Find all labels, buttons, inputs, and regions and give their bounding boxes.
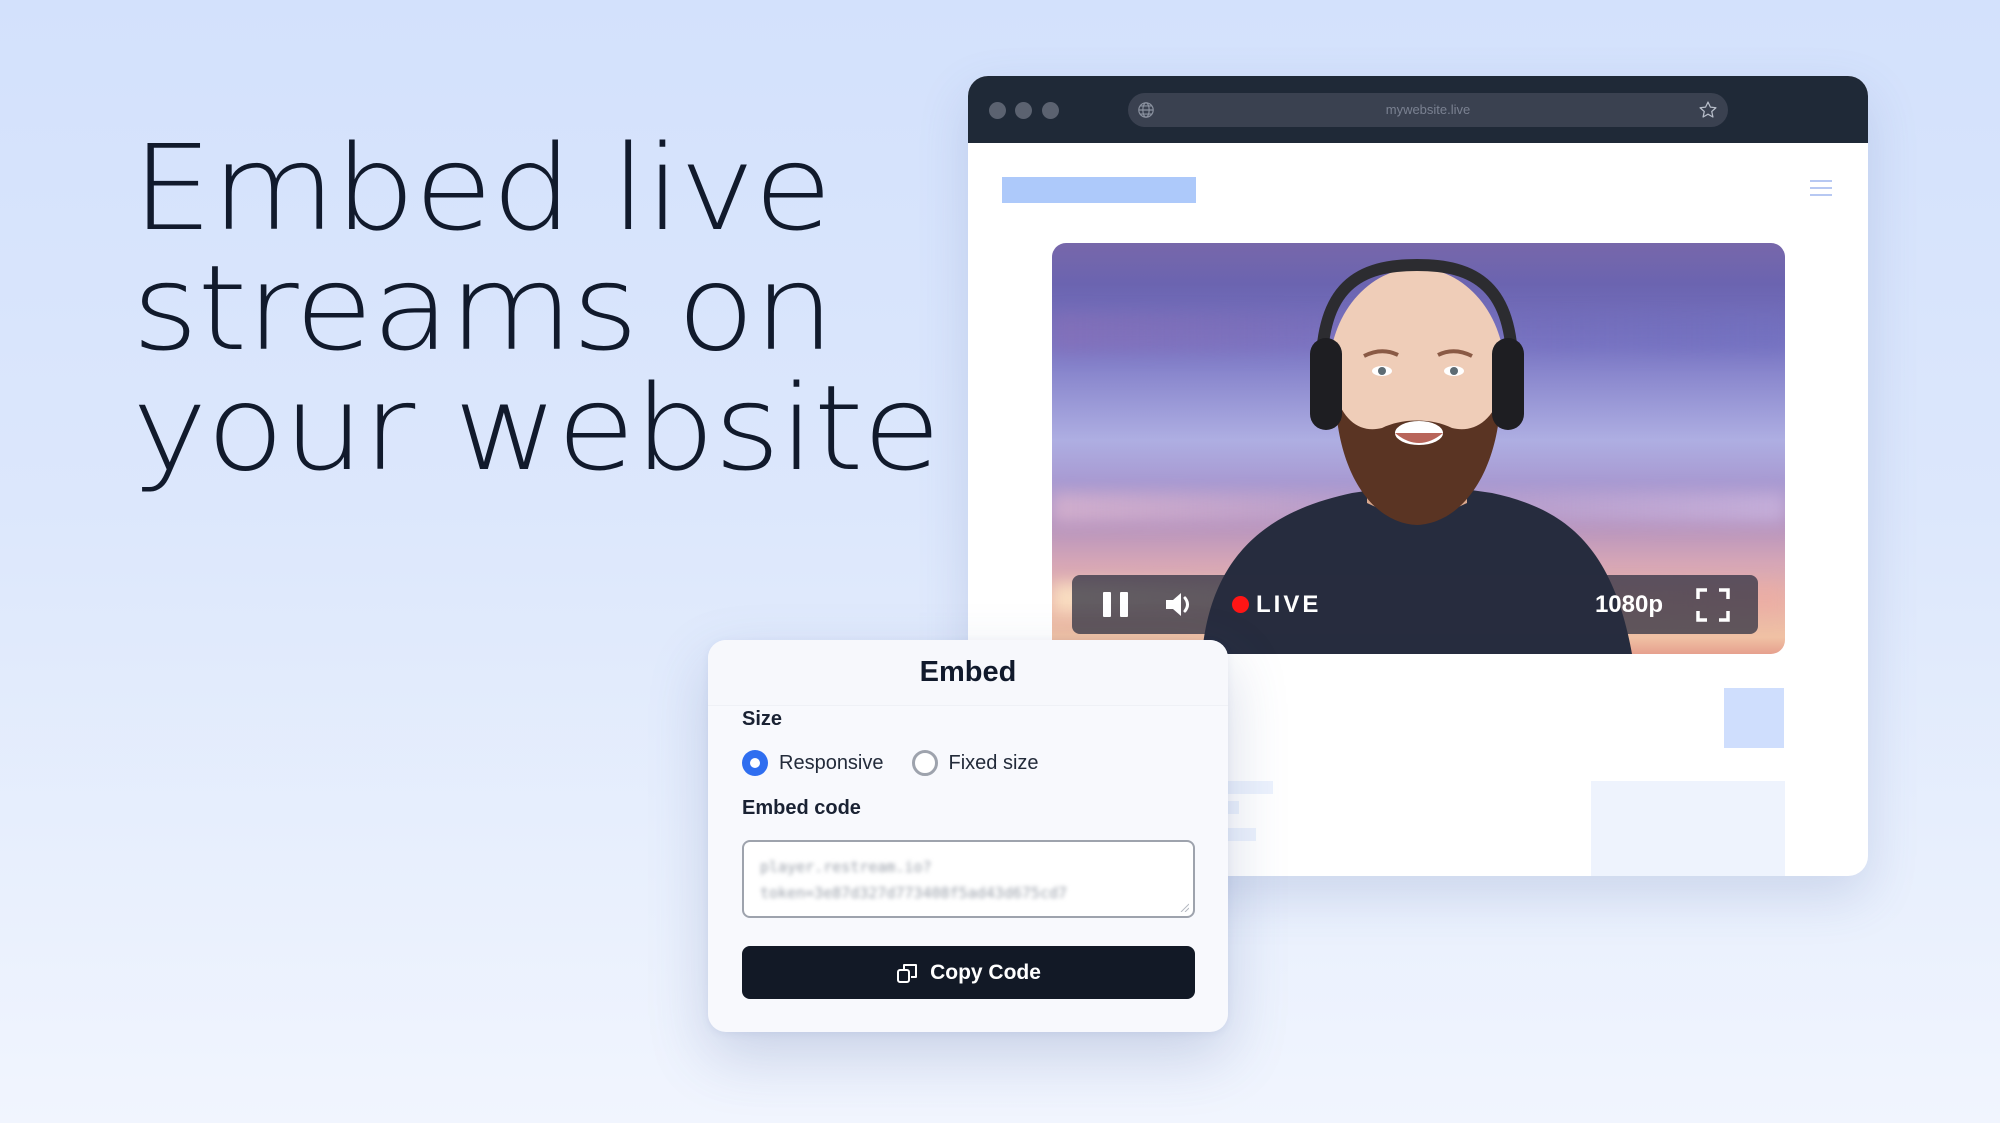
copy-code-button[interactable]: Copy Code bbox=[742, 946, 1195, 999]
quality-selector[interactable]: 1080p bbox=[1595, 575, 1663, 634]
window-maximize-dot[interactable] bbox=[1042, 102, 1059, 119]
content-placeholder-thumbnail bbox=[1724, 688, 1784, 748]
fullscreen-icon[interactable] bbox=[1696, 588, 1730, 622]
star-icon[interactable] bbox=[1698, 100, 1718, 120]
live-label: LIVE bbox=[1256, 591, 1322, 618]
radio-fixed-size[interactable] bbox=[911, 750, 938, 776]
radio-fixed-size-label[interactable]: Fixed size bbox=[949, 752, 1039, 775]
window-close-dot[interactable] bbox=[989, 102, 1006, 119]
embed-dialog-header: Embed bbox=[708, 640, 1228, 706]
content-placeholder-card bbox=[1591, 781, 1785, 876]
embed-code-textarea[interactable]: player.restream.io? token=3e87d327d77340… bbox=[742, 840, 1195, 918]
headline-line-2: streams on bbox=[132, 239, 835, 377]
hamburger-menu-icon[interactable] bbox=[1810, 180, 1832, 198]
embed-dialog-title: Embed bbox=[919, 656, 1017, 688]
address-url: mywebsite.live bbox=[1385, 102, 1471, 117]
size-label: Size bbox=[742, 708, 783, 730]
size-radio-group: Responsive Fixed size bbox=[742, 749, 1039, 777]
address-bar[interactable]: mywebsite.live bbox=[1128, 93, 1728, 127]
headline-line-3: your website bbox=[132, 359, 941, 497]
radio-responsive-label[interactable]: Responsive bbox=[779, 752, 884, 775]
window-minimize-dot[interactable] bbox=[1015, 102, 1032, 119]
embed-code-line-2: token=3e87d327d773408f5ad43d675cd7 bbox=[760, 884, 1068, 902]
embed-code-label: Embed code bbox=[742, 797, 861, 819]
embed-dialog: Embed Size Responsive Fixed size Embed c… bbox=[708, 640, 1228, 1032]
browser-titlebar: mywebsite.live bbox=[968, 76, 1868, 143]
copy-icon bbox=[897, 963, 918, 983]
embed-code-line-1: player.restream.io? bbox=[760, 858, 932, 876]
video-player[interactable]: LIVE 1080p bbox=[1052, 243, 1785, 654]
pause-icon[interactable] bbox=[1103, 592, 1128, 617]
copy-code-label: Copy Code bbox=[930, 960, 1041, 984]
headline-line-1: Embed live bbox=[132, 119, 832, 257]
radio-responsive[interactable] bbox=[742, 750, 768, 776]
headline: Embed live streams on your website bbox=[132, 128, 996, 488]
player-controls: LIVE 1080p bbox=[1072, 575, 1758, 634]
site-logo-placeholder bbox=[1002, 177, 1196, 203]
resize-grip-icon[interactable] bbox=[1179, 902, 1189, 912]
volume-icon[interactable] bbox=[1164, 590, 1196, 619]
live-dot-icon bbox=[1232, 596, 1249, 613]
